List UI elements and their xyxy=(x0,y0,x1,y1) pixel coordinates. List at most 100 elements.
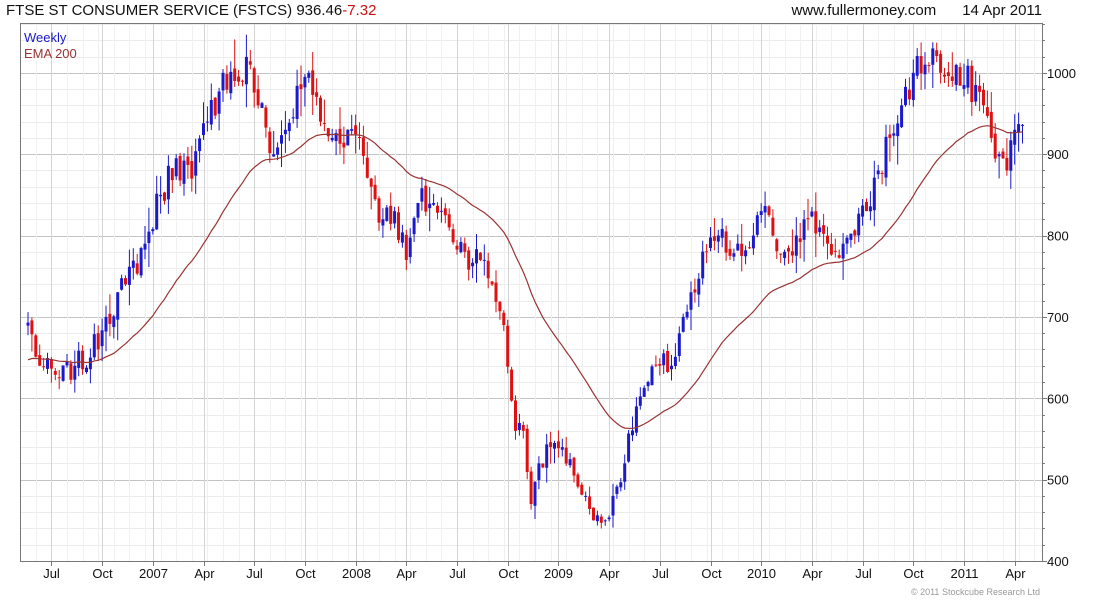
candle xyxy=(334,129,338,156)
candle xyxy=(802,209,806,262)
candle xyxy=(744,245,748,265)
candle-body xyxy=(178,155,182,181)
candle xyxy=(381,208,385,238)
candle-body xyxy=(993,133,997,159)
candle-body xyxy=(393,211,397,224)
candle-body xyxy=(943,74,946,77)
candle-body xyxy=(946,72,950,76)
candle-body xyxy=(603,520,607,522)
y-axis: 400 500 600 700 800 900 1000 xyxy=(1042,24,1076,569)
candle-body xyxy=(467,250,471,270)
candle-body xyxy=(319,97,322,122)
candle xyxy=(541,463,545,469)
candle-body xyxy=(112,316,116,328)
candle-body xyxy=(159,194,163,197)
candle-body xyxy=(670,365,673,370)
candle xyxy=(291,108,295,124)
candle xyxy=(1021,123,1024,144)
candle-body xyxy=(280,135,283,144)
candle-body xyxy=(260,103,264,108)
candle-body xyxy=(779,253,783,255)
candle-body xyxy=(865,201,868,212)
candle xyxy=(404,229,408,271)
candle-body xyxy=(876,170,880,175)
candle xyxy=(170,167,174,193)
candle-body xyxy=(389,205,393,224)
candle-body xyxy=(553,442,556,449)
candle-body xyxy=(677,333,681,356)
candle xyxy=(194,138,198,194)
candle-body xyxy=(166,165,170,200)
candle xyxy=(338,107,342,155)
candle-body xyxy=(338,128,342,144)
candle xyxy=(373,175,377,201)
candle-body xyxy=(767,206,771,216)
candle-body xyxy=(276,147,280,155)
candle xyxy=(412,216,416,243)
candle-body xyxy=(346,129,350,146)
candle xyxy=(283,111,287,153)
candle-body xyxy=(537,463,541,480)
candle-body xyxy=(482,259,486,261)
candle-body xyxy=(1017,124,1021,133)
candle-body xyxy=(619,482,623,488)
candle-body xyxy=(841,243,845,259)
candle xyxy=(556,430,560,458)
x-tick-label: 2009 xyxy=(544,566,573,581)
candle-body xyxy=(759,211,763,215)
candle xyxy=(584,491,588,502)
candle xyxy=(833,238,837,258)
candle xyxy=(88,348,92,384)
candle-body xyxy=(217,91,221,114)
candle xyxy=(576,472,580,489)
candle-body xyxy=(85,367,88,373)
candle-body xyxy=(49,359,53,369)
candle-body xyxy=(697,278,701,295)
candle xyxy=(564,436,568,466)
candle-body xyxy=(545,444,549,468)
candle-body xyxy=(939,53,943,73)
candle-body xyxy=(818,227,822,233)
candle xyxy=(385,204,389,222)
y-tick-label: 1000 xyxy=(1047,66,1076,81)
x-tick-label: Jul xyxy=(246,566,263,581)
candle-body xyxy=(533,481,537,506)
candle-body xyxy=(732,253,736,257)
candle xyxy=(147,207,151,268)
candle-body xyxy=(681,316,685,332)
candle xyxy=(915,48,919,79)
candle-body xyxy=(342,142,346,148)
candle xyxy=(116,291,120,341)
candle-body xyxy=(693,289,697,293)
candle xyxy=(57,369,61,390)
candle xyxy=(92,323,96,361)
candle-body xyxy=(900,105,904,128)
candle-body xyxy=(151,229,155,232)
candle-body xyxy=(712,236,716,241)
candle xyxy=(634,397,638,436)
y-tick-label: 700 xyxy=(1047,310,1069,325)
candle-body xyxy=(689,292,693,310)
candle-body xyxy=(447,214,451,228)
candle-body xyxy=(248,61,252,65)
candle-body xyxy=(198,138,202,152)
candle xyxy=(77,341,81,377)
candle-body xyxy=(506,325,510,367)
candle-body xyxy=(802,219,806,240)
candle-body xyxy=(478,252,482,260)
candle xyxy=(295,69,299,128)
candle xyxy=(400,224,404,248)
candle-body xyxy=(654,364,658,366)
candle xyxy=(178,152,182,187)
candle-body xyxy=(915,56,919,76)
candle xyxy=(521,421,525,439)
candle xyxy=(716,229,720,253)
candle xyxy=(529,466,533,510)
candle xyxy=(506,319,510,374)
candle-body xyxy=(521,424,525,431)
x-axis: Jul Oct 2007 Apr Jul Oct 2008 Apr Jul Oct 2009 Apr J… xyxy=(43,561,1026,581)
candle-body xyxy=(241,80,244,82)
candle-body xyxy=(92,334,96,358)
candle-body xyxy=(931,48,935,65)
candle-body xyxy=(907,89,911,100)
